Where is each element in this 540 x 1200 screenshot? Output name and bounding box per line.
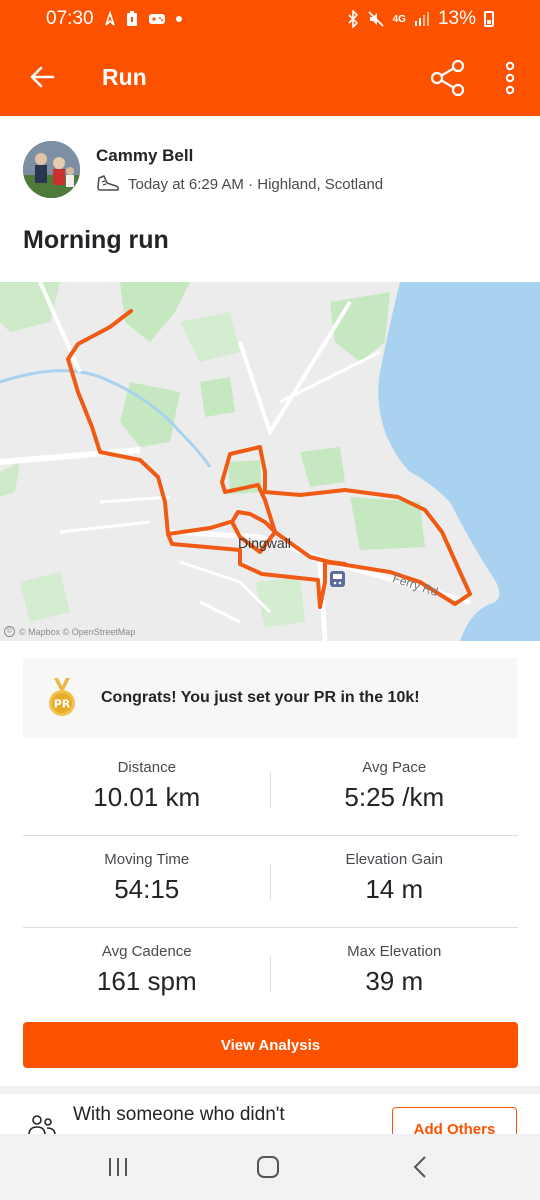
stats-row: Distance 10.01 km Avg Pace 5:25 /km [23,744,518,836]
add-others-button[interactable]: Add Others [392,1107,517,1134]
activity-details: PR Congrats! You just set your PR in the… [0,641,540,1086]
stat-label: Max Elevation [347,943,442,960]
back-button[interactable] [22,57,62,97]
recent-apps-button[interactable] [98,1152,138,1182]
chevron-left-icon [413,1156,426,1178]
network-type: 4G [392,13,406,25]
navigation-arrow-icon [104,11,116,27]
notification-dot-icon [175,16,182,22]
status-time: 07:30 [46,8,94,29]
view-analysis-button[interactable]: View Analysis [23,1022,518,1068]
stat-separator [270,772,271,808]
map-attribution: © © Mapbox © OpenStreetMap [4,626,135,637]
stat-label: Distance [117,759,176,776]
bluetooth-icon [347,10,359,28]
people-icon [28,1115,56,1134]
stats-row: Avg Cadence 161 spm Max Elevation 39 m [23,928,518,1020]
stat-value: 10.01 km [93,782,201,812]
recent-apps-icon [109,1158,127,1176]
home-icon [257,1156,279,1178]
stat-elevation-gain: Elevation Gain 14 m [271,836,519,927]
more-vertical-icon [505,61,515,95]
stat-max-elevation: Max Elevation 39 m [271,928,519,1020]
status-bar: 07:30 4G 13% [0,0,540,38]
system-back-button[interactable] [400,1152,440,1182]
shoe-icon [97,175,119,191]
system-nav-bar [0,1134,540,1200]
mute-icon [367,10,385,28]
pr-banner[interactable]: PR Congrats! You just set your PR in the… [23,658,518,738]
activity-meta: Today at 6:29 AM · Highland, Scotland [96,174,383,194]
section-divider [0,1086,540,1094]
notification-battery-icon [126,11,138,27]
stat-distance: Distance 10.01 km [23,744,271,835]
stat-label: Moving Time [104,851,190,868]
stat-moving-time: Moving Time 54:15 [23,836,271,927]
athlete-name[interactable]: Cammy Bell [96,146,193,166]
route-map[interactable]: Dingwall Ferry Rd © © Mapbox © OpenStree… [0,282,540,641]
home-button[interactable] [248,1152,288,1182]
map-graphic [0,282,540,641]
signal-icon [414,11,430,27]
page-title: Run [102,63,147,90]
others-prompt: With someone who didn't [73,1104,285,1125]
stats-grid: Distance 10.01 km Avg Pace 5:25 /km Movi… [23,744,518,1020]
mapbox-logo-icon: © [4,626,15,637]
stat-value: 14 m [365,874,424,904]
activity-title: Morning run [23,226,169,254]
app-bar: Run [0,38,540,116]
map-town-label: Dingwall [238,535,291,551]
add-others-section: With someone who didn't Add Others [0,1094,540,1134]
stat-avg-pace: Avg Pace 5:25 /km [271,744,519,835]
stat-label: Elevation Gain [345,851,444,868]
avatar[interactable] [23,141,80,198]
battery-icon [484,11,494,27]
stat-value: 161 spm [96,966,197,996]
stat-value: 54:15 [114,874,180,904]
activity-header: Cammy Bell Today at 6:29 AM · Highland, … [0,116,540,282]
share-button[interactable] [428,58,468,98]
share-icon [430,59,465,97]
more-options-button[interactable] [492,58,528,98]
pr-badge-text: PR [54,698,71,711]
train-station-icon [330,571,345,587]
activity-datetime-location: Today at 6:29 AM · Highland, Scotland [128,175,384,193]
stat-label: Avg Pace [362,759,427,776]
battery-percent: 13% [437,8,476,29]
stat-value: 39 m [365,966,424,996]
pr-message: Congrats! You just set your PR in the 10… [101,689,420,706]
stat-avg-cadence: Avg Cadence 161 spm [23,928,271,1020]
game-controller-icon [148,12,166,26]
stat-separator [270,864,271,900]
stat-value: 5:25 /km [344,782,445,812]
medal-icon: PR [49,678,75,716]
stats-row: Moving Time 54:15 Elevation Gain 14 m [23,836,518,928]
stat-label: Avg Cadence [101,943,192,960]
stat-separator [270,956,271,992]
arrow-left-icon [30,66,55,88]
